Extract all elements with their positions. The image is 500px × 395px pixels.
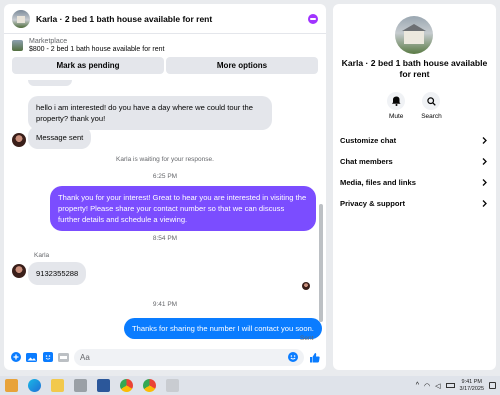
listing-avatar[interactable]: [12, 9, 30, 28]
widgets-icon[interactable]: [5, 379, 18, 392]
listing-avatar-large[interactable]: [395, 16, 433, 54]
contact-avatar[interactable]: [12, 264, 26, 278]
menu-customize-chat[interactable]: Customize chat: [333, 130, 496, 151]
search-label: Search: [421, 113, 442, 120]
active-chrome-window-icon[interactable]: [166, 379, 179, 392]
sender-name: Karla: [34, 252, 50, 259]
timestamp: 6:25 PM: [152, 173, 178, 180]
message-list: hello i am interested! do you have a day…: [4, 80, 326, 342]
taskbar: ^ ◠ ◁ 9:41 PM 3/17/2025: [0, 376, 500, 395]
outgoing-message: Thank you for your interest! Great to he…: [50, 186, 316, 231]
photo-icon[interactable]: [26, 352, 37, 363]
clock-time: 9:41 PM: [461, 379, 482, 385]
edge-icon[interactable]: [28, 379, 41, 392]
chevron-right-icon: [482, 179, 487, 186]
minimize-icon[interactable]: [308, 13, 318, 24]
chevron-up-icon[interactable]: ^: [416, 382, 419, 389]
composer: [4, 344, 326, 370]
mute-button[interactable]: Mute: [387, 92, 406, 120]
chrome-profile-icon[interactable]: [143, 379, 156, 392]
incoming-message: Message sent: [28, 126, 92, 149]
info-title: Karla · 2 bed 1 bath house available for…: [341, 58, 488, 79]
contact-avatar[interactable]: [12, 133, 26, 147]
menu-chat-members[interactable]: Chat members: [333, 151, 496, 172]
read-receipt-avatar: [302, 282, 310, 290]
word-icon[interactable]: [97, 379, 110, 392]
mute-label: Mute: [388, 113, 404, 120]
clock-date: 3/17/2025: [459, 385, 484, 392]
wifi-icon[interactable]: ◠: [424, 382, 430, 390]
menu-item-label: Customize chat: [340, 136, 397, 145]
conversation-info-panel: Karla · 2 bed 1 bath house available for…: [333, 4, 496, 370]
listing-thumbnail[interactable]: [12, 40, 23, 51]
thumbs-up-icon[interactable]: [309, 352, 320, 363]
search-button[interactable]: Search: [421, 92, 442, 120]
message-input-wrapper[interactable]: [74, 348, 304, 366]
menu-item-label: Chat members: [340, 157, 393, 166]
gif-icon[interactable]: [58, 352, 69, 363]
app-icon[interactable]: [74, 379, 87, 392]
more-options-button[interactable]: More options: [166, 57, 318, 74]
scrollbar-thumb[interactable]: [319, 204, 323, 322]
waiting-notice: Karla is waiting for your response.: [116, 156, 214, 163]
marketplace-label: Marketplace: [29, 38, 68, 45]
notification-icon[interactable]: [489, 382, 496, 389]
listing-price[interactable]: $800 - 2 bed 1 bath house available for …: [29, 46, 164, 53]
info-actions: Mute Search: [333, 92, 496, 120]
message-input[interactable]: [80, 352, 287, 362]
chat-header: Karla · 2 bed 1 bath house available for…: [4, 4, 326, 34]
system-tray: ^ ◠ ◁ 9:41 PM 3/17/2025: [416, 376, 496, 395]
volume-icon[interactable]: ◁: [435, 382, 440, 390]
chevron-right-icon: [482, 137, 487, 144]
search-icon[interactable]: [422, 92, 441, 110]
menu-privacy-support[interactable]: Privacy & support: [333, 193, 496, 214]
chevron-right-icon: [482, 158, 487, 165]
emoji-icon[interactable]: [287, 352, 298, 363]
info-menu: Customize chat Chat members Media, files…: [333, 130, 496, 214]
battery-icon[interactable]: [445, 383, 455, 388]
file-explorer-icon[interactable]: [51, 379, 64, 392]
marketplace-listing: Marketplace $800 - 2 bed 1 bath house av…: [4, 34, 326, 74]
outgoing-message: Thanks for sharing the number I will con…: [124, 318, 322, 339]
system-clock[interactable]: 9:41 PM 3/17/2025: [460, 379, 484, 392]
sticker-icon[interactable]: [42, 352, 53, 363]
chrome-icon[interactable]: [120, 379, 133, 392]
chevron-right-icon: [482, 200, 487, 207]
timestamp: 8:54 PM: [152, 235, 178, 242]
timestamp: 9:41 PM: [152, 301, 178, 308]
chat-panel: Karla · 2 bed 1 bath house available for…: [4, 4, 326, 370]
mark-as-pending-button[interactable]: Mark as pending: [12, 57, 164, 74]
menu-item-label: Privacy & support: [340, 199, 405, 208]
plus-circle-icon[interactable]: [10, 352, 21, 363]
incoming-message: 9132355288: [28, 262, 87, 285]
previous-message: [28, 80, 72, 86]
bell-icon[interactable]: [387, 92, 406, 110]
chat-title[interactable]: Karla · 2 bed 1 bath house available for…: [36, 14, 308, 24]
menu-item-label: Media, files and links: [340, 178, 416, 187]
menu-media-files-links[interactable]: Media, files and links: [333, 172, 496, 193]
incoming-message: hello i am interested! do you have a day…: [28, 96, 272, 130]
sent-status: Sent: [300, 335, 314, 342]
